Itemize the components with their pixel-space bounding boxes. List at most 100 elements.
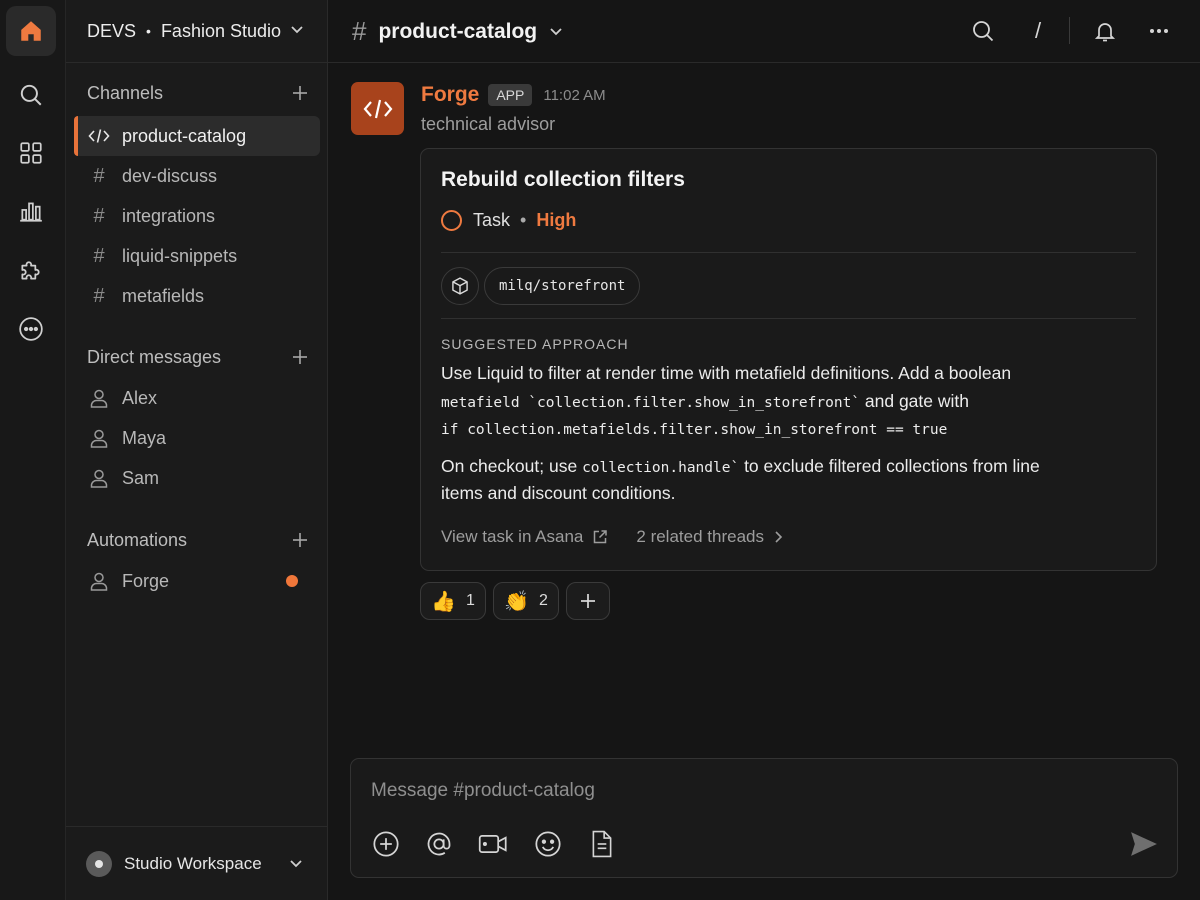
message-timestamp[interactable]: 11:02 AM xyxy=(543,87,605,104)
card-divider xyxy=(441,252,1136,253)
view-in-asana-link[interactable]: View task in Asana xyxy=(441,527,608,547)
user-icon xyxy=(88,428,110,448)
reaction-thumbs-up[interactable]: 👍 1 xyxy=(420,582,486,620)
sidebar-item-label: metafields xyxy=(122,285,205,306)
slash-command-icon[interactable]: / xyxy=(1023,16,1053,46)
workspace-footer[interactable]: Studio Workspace xyxy=(66,826,328,900)
app-rail xyxy=(0,0,66,900)
user-icon xyxy=(88,571,110,591)
link-label: View task in Asana xyxy=(441,527,584,546)
chevron-down-icon xyxy=(289,857,303,871)
bell-icon[interactable] xyxy=(1090,16,1120,46)
clap-icon: 👏 xyxy=(504,590,529,613)
add-dm-icon[interactable] xyxy=(291,348,309,366)
divider xyxy=(1069,17,1070,44)
channel-sidebar: DEVS • Fashion Studio Channels product-c… xyxy=(66,0,328,900)
repo-pill[interactable]: milq/storefront xyxy=(484,267,641,305)
task-status-icon[interactable] xyxy=(441,210,462,231)
sidebar-item-label: Sam xyxy=(122,467,160,488)
card-links: View task in Asana 2 related threads xyxy=(441,527,785,547)
add-reaction-button[interactable] xyxy=(566,582,610,620)
hash-icon: # xyxy=(93,164,105,187)
apps-grid-icon[interactable] xyxy=(6,128,56,178)
sidebar-item-integrations[interactable]: # integrations xyxy=(74,196,320,236)
approach-text: to exclude filtered collections from lin… xyxy=(739,456,1040,476)
add-automation-icon[interactable] xyxy=(291,531,309,549)
package-icon[interactable] xyxy=(441,267,479,305)
reaction-count: 1 xyxy=(466,592,475,609)
home-icon[interactable] xyxy=(6,6,56,56)
puzzle-icon[interactable] xyxy=(6,245,56,295)
task-priority: High xyxy=(536,210,577,230)
hash-icon: # xyxy=(352,16,367,46)
code-snippet: collection.handle` xyxy=(582,460,740,476)
message-composer[interactable]: Message #product-catalog xyxy=(350,758,1178,878)
search-icon[interactable] xyxy=(6,70,56,120)
sidebar-item-label: dev-discuss xyxy=(122,165,218,186)
dm-section-header[interactable]: Direct messages xyxy=(87,345,309,369)
workspace-org: DEVS xyxy=(87,20,137,41)
meta-separator: • xyxy=(520,210,527,230)
workspace-name: Fashion Studio xyxy=(160,20,282,41)
automations-label: Automations xyxy=(87,529,188,550)
approach-line-3: if collection.metafields.filter.show_in_… xyxy=(441,415,1131,444)
sidebar-item-forge[interactable]: Forge xyxy=(74,561,320,601)
message-header: Forge APP 11:02 AM xyxy=(421,83,606,107)
thumbs-up-icon: 👍 xyxy=(431,590,456,613)
code-snippet: if collection.metafields.filter.show_in_… xyxy=(441,422,948,438)
channels-section-header[interactable]: Channels xyxy=(87,81,309,105)
sidebar-item-sam[interactable]: Sam xyxy=(74,458,320,498)
chevron-right-icon xyxy=(764,530,785,544)
emoji-icon[interactable] xyxy=(533,829,563,859)
sidebar-item-dev-discuss[interactable]: # dev-discuss xyxy=(74,156,320,196)
video-icon[interactable] xyxy=(478,829,508,859)
code-snippet: metafield `collection.filter.show_in_sto… xyxy=(441,395,861,411)
search-icon[interactable] xyxy=(968,16,998,46)
sidebar-item-label: product-catalog xyxy=(122,125,247,146)
sender-name[interactable]: Forge xyxy=(421,83,479,107)
external-link-icon xyxy=(583,529,608,545)
sidebar-item-product-catalog[interactable]: product-catalog xyxy=(74,116,320,156)
file-icon[interactable] xyxy=(587,829,617,859)
sidebar-item-metafields[interactable]: # metafields xyxy=(74,276,320,316)
sidebar-item-liquid-snippets[interactable]: # liquid-snippets xyxy=(74,236,320,276)
code-icon xyxy=(88,128,110,144)
card-divider xyxy=(441,318,1136,319)
plus-circle-icon[interactable] xyxy=(371,829,401,859)
hash-icon: # xyxy=(93,204,105,227)
user-icon xyxy=(88,388,110,408)
task-meta: Task • High xyxy=(441,210,576,231)
automations-section-header[interactable]: Automations xyxy=(87,528,309,552)
more-horizontal-icon[interactable] xyxy=(1144,16,1174,46)
chevron-down-icon xyxy=(549,25,563,39)
card-title[interactable]: Rebuild collection filters xyxy=(441,168,685,192)
related-threads-link[interactable]: 2 related threads xyxy=(636,527,785,547)
mention-icon[interactable] xyxy=(424,829,454,859)
workspace-switcher[interactable]: DEVS • Fashion Studio xyxy=(66,0,328,63)
sidebar-item-maya[interactable]: Maya xyxy=(74,418,320,458)
channel-name: product-catalog xyxy=(378,19,538,43)
sidebar-item-label: integrations xyxy=(122,205,216,226)
sidebar-item-label: Forge xyxy=(122,570,170,591)
more-circle-icon[interactable] xyxy=(6,304,56,354)
forge-avatar[interactable] xyxy=(351,82,404,135)
approach-line-2: metafield `collection.filter.show_in_sto… xyxy=(441,388,1131,417)
analytics-icon[interactable] xyxy=(6,186,56,236)
channel-title[interactable]: # product-catalog xyxy=(352,16,563,47)
chevron-down-icon xyxy=(290,23,304,37)
link-label: 2 related threads xyxy=(636,527,764,546)
plus-icon xyxy=(581,594,595,608)
add-channel-icon[interactable] xyxy=(291,84,309,102)
workspace-separator: • xyxy=(146,23,151,39)
sidebar-item-alex[interactable]: Alex xyxy=(74,378,320,418)
reaction-count: 2 xyxy=(539,592,548,609)
section-label: SUGGESTED APPROACH xyxy=(441,336,629,352)
send-icon[interactable] xyxy=(1129,829,1159,859)
app-badge: APP xyxy=(488,84,533,106)
composer-placeholder[interactable]: Message #product-catalog xyxy=(371,780,595,802)
reaction-clap[interactable]: 👏 2 xyxy=(493,582,559,620)
sidebar-item-label: liquid-snippets xyxy=(122,245,238,266)
approach-line-1: Use Liquid to filter at render time with… xyxy=(441,363,1012,383)
main-panel: # product-catalog / Forge APP 11:02 AM t… xyxy=(328,0,1200,900)
sender-subtitle: technical advisor xyxy=(421,114,556,134)
